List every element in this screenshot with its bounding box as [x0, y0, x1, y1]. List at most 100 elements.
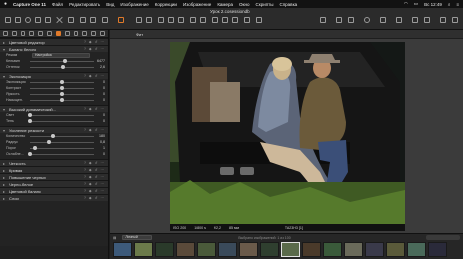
proof-icon[interactable] — [364, 17, 370, 23]
picker-tool-icon[interactable] — [212, 17, 218, 23]
thumbnail[interactable] — [260, 242, 279, 257]
section-actions-icon[interactable]: ? ◆ ↺ ⋯ — [84, 40, 105, 44]
section-header[interactable]: ▾ Экспозиция ? ◆ ↺ ⋯ — [0, 72, 108, 79]
slider-knob[interactable] — [33, 146, 38, 150]
slider-knob[interactable] — [61, 65, 66, 69]
slider-knob[interactable] — [60, 98, 64, 102]
menu-camera[interactable]: Камера — [217, 2, 233, 7]
adjustment-slider[interactable] — [30, 140, 94, 144]
focus-mask-icon[interactable] — [396, 17, 402, 23]
thumbnail[interactable] — [365, 242, 384, 257]
thumbnail[interactable] — [323, 242, 342, 257]
section-header[interactable]: ▸ Четкость ? ◆ ↺ ⋯ — [0, 159, 108, 166]
chevron-right-icon[interactable]: ▸ — [3, 189, 7, 194]
redo-icon[interactable] — [90, 17, 96, 23]
thumbnail[interactable] — [407, 242, 426, 257]
details-tab-icon[interactable] — [64, 31, 70, 36]
menu-adjustments[interactable]: Коррекции — [155, 2, 177, 7]
thumbnail[interactable] — [113, 242, 132, 257]
crop-tool-icon[interactable] — [158, 17, 164, 23]
import-icon[interactable] — [5, 17, 11, 23]
search-tab-icon[interactable] — [38, 31, 44, 36]
menu-app-name[interactable]: Capture One 11 — [13, 2, 46, 7]
adjustment-value[interactable]: 1 — [95, 146, 105, 150]
slider-knob[interactable] — [60, 92, 64, 96]
sort-icon[interactable]: ▤ — [113, 236, 116, 240]
wifi-icon[interactable]: ◠ — [404, 1, 408, 7]
compare-icon[interactable] — [348, 17, 354, 23]
rotate-icon[interactable] — [68, 17, 74, 23]
slider-knob[interactable] — [60, 80, 64, 84]
slider-knob[interactable] — [60, 86, 64, 90]
filter-select[interactable]: Личный — [122, 235, 153, 240]
export-icon[interactable] — [15, 17, 21, 23]
menu-scripts[interactable]: Скрипты — [256, 2, 274, 7]
adjustment-slider[interactable] — [28, 113, 94, 117]
spot-tool-icon[interactable] — [190, 17, 196, 23]
adjustment-value[interactable]: 0 — [95, 92, 105, 96]
adjustments-tab-icon[interactable] — [82, 31, 88, 36]
pan-tool-icon[interactable] — [118, 17, 124, 23]
thumbnail[interactable] — [281, 242, 300, 257]
adjustment-slider[interactable] — [30, 80, 94, 84]
adjustment-value[interactable]: 0 — [95, 113, 105, 117]
section-actions-icon[interactable]: ? ◆ ↺ ⋯ — [84, 189, 105, 193]
thumbnail[interactable] — [344, 242, 363, 257]
thumbnail[interactable] — [239, 242, 258, 257]
thumbnail[interactable] — [155, 242, 174, 257]
settings-icon[interactable] — [452, 17, 458, 23]
copy-icon[interactable] — [244, 17, 250, 23]
adjustment-slider[interactable] — [30, 86, 94, 90]
menu-image-2[interactable]: Изображение — [183, 2, 211, 7]
menu-list-icon[interactable]: ≡ — [456, 2, 459, 7]
section-actions-icon[interactable]: ? ◆ ↺ ⋯ — [84, 168, 105, 172]
slider-knob[interactable] — [47, 140, 52, 144]
section-actions-icon[interactable]: ? ◆ ↺ ⋯ — [84, 182, 105, 186]
menu-help[interactable]: Справка — [279, 2, 297, 7]
adjustment-value[interactable]: 0 — [95, 152, 105, 156]
section-actions-icon[interactable]: ? ◆ ↺ ⋯ — [84, 74, 105, 78]
annotation-tool-icon[interactable] — [232, 17, 238, 23]
adjustment-slider[interactable] — [30, 59, 94, 63]
chevron-right-icon[interactable]: ▸ — [3, 161, 7, 166]
apple-icon[interactable]: ● — [4, 1, 7, 7]
exposure-warning-icon[interactable] — [380, 17, 386, 23]
paste-icon[interactable] — [256, 17, 262, 23]
mode-dropdown[interactable]: Настройка — [32, 52, 90, 58]
section-actions-icon[interactable]: ? ◆ ↺ ⋯ — [84, 107, 105, 111]
slider-knob[interactable] — [63, 59, 68, 63]
slider-knob[interactable] — [28, 119, 32, 123]
menu-clock[interactable]: Вс 12:49 — [424, 2, 442, 7]
chevron-right-icon[interactable]: ▸ — [3, 40, 7, 45]
section-header[interactable]: ▾ Баланс белого ? ◆ ↺ ⋯ — [0, 45, 108, 52]
chevron-down-icon[interactable]: ▾ — [3, 47, 7, 52]
thumbnail[interactable] — [386, 242, 405, 257]
composition-tab-icon[interactable] — [29, 31, 35, 36]
adjustment-value[interactable]: 0,8 — [95, 140, 105, 144]
section-actions-icon[interactable]: ? ◆ ↺ ⋯ — [84, 196, 105, 200]
grid-icon[interactable] — [45, 17, 51, 23]
menu-view[interactable]: Вид — [106, 2, 114, 7]
adjustment-slider[interactable] — [30, 146, 94, 150]
lens-tab-icon[interactable] — [20, 31, 26, 36]
capture-icon[interactable] — [25, 17, 31, 23]
adjustment-slider[interactable] — [28, 119, 94, 123]
adjustment-slider[interactable] — [30, 134, 94, 138]
main-photo[interactable] — [170, 42, 405, 224]
rotate-tool-icon[interactable] — [168, 17, 174, 23]
chevron-right-icon[interactable]: ▸ — [3, 168, 7, 173]
thumbnail[interactable] — [428, 242, 447, 257]
library-tab-icon[interactable] — [3, 31, 8, 36]
chevron-right-icon[interactable]: ▸ — [3, 196, 7, 201]
thumbnail[interactable] — [197, 242, 216, 257]
copy-adjustments-icon[interactable] — [102, 17, 108, 23]
metadata-tab-icon[interactable] — [91, 31, 97, 36]
thumbnail[interactable] — [176, 242, 195, 257]
adjustment-value[interactable]: 0 — [95, 80, 105, 84]
chevron-right-icon[interactable]: ▸ — [3, 182, 7, 187]
chevron-right-icon[interactable]: ▸ — [3, 175, 7, 180]
grid-view-icon[interactable] — [336, 17, 342, 23]
section-header[interactable]: ▸ Черно-белое ? ◆ ↺ ⋯ — [0, 180, 108, 187]
undo-icon[interactable] — [80, 17, 86, 23]
section-header[interactable]: ▸ Кривая ? ◆ ↺ ⋯ — [0, 166, 108, 173]
